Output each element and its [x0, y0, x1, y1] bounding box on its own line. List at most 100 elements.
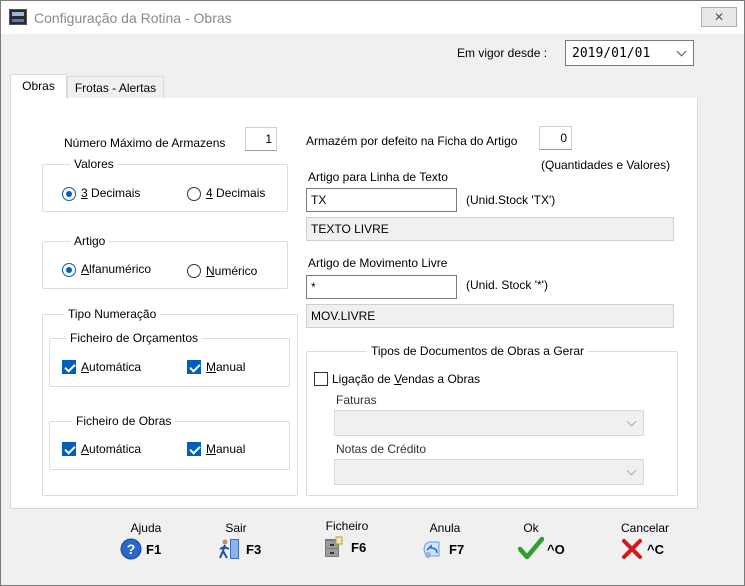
artigo-mov-input[interactable]: * — [306, 275, 457, 299]
radio-alfanumerico-label[interactable]: Alfanumérico — [81, 262, 151, 276]
obras-manual-mnemonic: M — [206, 442, 216, 456]
artigo-mov-description: MOV.LIVRE — [306, 304, 674, 328]
tipos-documentos-title: Tipos de Documentos de Obras a Gerar — [367, 344, 588, 358]
faturas-label: Faturas — [336, 393, 377, 407]
checkbox-obras-manual[interactable] — [187, 442, 201, 456]
checkbox-orcamentos-automatica[interactable] — [62, 360, 76, 374]
orcamentos-automatica-mnemonic: A — [81, 360, 90, 374]
armazem-input[interactable]: 0 — [539, 126, 572, 150]
obras-automatica-text: utomática — [89, 442, 142, 456]
radio-numerico-mnemonic: N — [206, 264, 215, 278]
orcamentos-manual-text: anual — [216, 360, 246, 374]
radio-3-decimais[interactable] — [62, 187, 76, 201]
artigo-mov-label: Artigo de Movimento Livre — [308, 256, 448, 270]
artigo-mov-note: (Unid. Stock '*') — [466, 278, 548, 292]
ligacao-vendas-label[interactable]: Ligação de Vendas a Obras — [332, 372, 480, 386]
ligacao-vendas-text-post: endas a Obras — [401, 372, 481, 386]
app-icon — [9, 9, 27, 25]
radio-alfanumerico-text: lfanumérico — [89, 262, 152, 276]
radio-alfanumerico-mnemonic: A — [81, 262, 90, 276]
max-armazens-label: Número Máximo de Armazens — [64, 136, 226, 150]
ok-caption: Ok — [523, 521, 539, 535]
tab-obras[interactable]: Obras — [10, 74, 67, 100]
sair-caption: Sair — [225, 521, 247, 535]
artigo-texto-note: (Unid.Stock 'TX') — [466, 193, 556, 207]
radio-4-decimais[interactable] — [187, 187, 201, 201]
anula-button[interactable]: Anula F7 — [415, 521, 475, 565]
cancelar-button[interactable]: Cancelar ^C — [615, 521, 675, 565]
cross-icon — [622, 539, 642, 559]
vigor-label: Em vigor desde : — [457, 46, 548, 60]
radio-4-decimais-text: Decimais — [212, 186, 266, 200]
radio-3-decimais-label[interactable]: 3 Decimais — [81, 186, 140, 200]
radio-numerico-text: umérico — [214, 264, 258, 278]
obras-manual-text: anual — [216, 442, 246, 456]
ajuda-button[interactable]: Ajuda ? F1 — [116, 521, 176, 565]
ficheiro-button[interactable]: Ficheiro F6 — [317, 519, 377, 563]
chevron-down-icon — [676, 46, 687, 57]
tipo-numeracao-title: Tipo Numeração — [64, 307, 161, 321]
ficheiro-caption: Ficheiro — [325, 519, 369, 533]
radio-alfanumerico[interactable] — [62, 263, 76, 277]
artigo-texto-input[interactable]: TX — [306, 188, 457, 212]
ficheiro-orcamentos-title: Ficheiro de Orçamentos — [66, 331, 203, 345]
sair-shortcut: F3 — [246, 542, 262, 557]
checkmark-icon — [518, 536, 544, 560]
armazem-label: Armazém por defeito na Ficha do Artigo — [306, 134, 518, 148]
anula-shortcut: F7 — [449, 542, 465, 557]
orcamentos-manual-mnemonic: M — [206, 360, 216, 374]
obras-automatica-mnemonic: A — [81, 442, 90, 456]
anula-caption: Anula — [429, 521, 461, 535]
tab-frotas-alertas[interactable]: Frotas - Alertas — [67, 76, 164, 100]
ficheiro-shortcut: F6 — [351, 540, 367, 555]
max-armazens-input[interactable]: 1 — [245, 127, 277, 151]
ajuda-shortcut: F1 — [146, 542, 162, 557]
vigor-date-select[interactable]: 2019/01/01 — [565, 40, 694, 66]
sair-button[interactable]: Sair F3 — [206, 521, 266, 565]
radio-4-decimais-label[interactable]: 4 Decimais — [206, 186, 265, 200]
notas-credito-label: Notas de Crédito — [336, 442, 427, 456]
obras-tab-panel: Número Máximo de Armazens 1 Valores 3 De… — [10, 98, 698, 509]
ficheiro-obras-title: Ficheiro de Obras — [72, 414, 176, 428]
cancelar-caption: Cancelar — [620, 521, 670, 535]
file-cabinet-icon — [325, 536, 343, 557]
obras-automatica-label[interactable]: Automática — [81, 442, 141, 456]
help-icon: ? — [120, 538, 142, 560]
checkbox-ligacao-vendas[interactable] — [314, 372, 328, 386]
svg-text:?: ? — [127, 541, 136, 557]
orcamentos-manual-label[interactable]: Manual — [206, 360, 245, 374]
radio-3-decimais-text: Decimais — [87, 186, 141, 200]
radio-3-decimais-mnemonic: 3 — [81, 186, 88, 200]
ok-button[interactable]: Ok ^O — [507, 521, 567, 565]
valores-group-title: Valores — [70, 157, 118, 171]
radio-numerico-label[interactable]: Numérico — [206, 264, 257, 278]
radio-numerico[interactable] — [187, 264, 201, 278]
close-button[interactable]: ✕ — [701, 7, 737, 27]
tab-frotas-label: Frotas - Alertas — [74, 81, 157, 95]
vigor-date-value: 2019/01/01 — [572, 46, 651, 61]
faturas-select[interactable] — [334, 410, 644, 436]
chevron-down-icon — [626, 465, 637, 476]
radio-4-decimais-mnemonic: 4 — [206, 186, 213, 200]
artigo-texto-label: Artigo para Linha de Texto — [308, 170, 448, 184]
notas-credito-select[interactable] — [334, 459, 644, 485]
tab-obras-label: Obras — [22, 79, 55, 93]
window-title: Configuração da Rotina - Obras — [34, 10, 232, 26]
armazem-note: (Quantidades e Valores) — [541, 158, 671, 172]
obras-manual-label[interactable]: Manual — [206, 442, 245, 456]
ajuda-caption: Ajuda — [130, 521, 162, 535]
orcamentos-automatica-text: utomática — [89, 360, 142, 374]
ok-shortcut: ^O — [547, 542, 565, 557]
undo-icon — [423, 541, 440, 558]
title-bar: Configuração da Rotina - Obras ✕ — [1, 1, 744, 34]
ligacao-vendas-text-pre: Ligação de — [332, 372, 395, 386]
chevron-down-icon — [626, 416, 637, 427]
artigo-group-title: Artigo — [70, 234, 110, 248]
artigo-texto-description: TEXTO LIVRE — [306, 217, 674, 241]
exit-person-icon — [219, 539, 239, 559]
checkbox-orcamentos-manual[interactable] — [187, 360, 201, 374]
checkbox-obras-automatica[interactable] — [62, 442, 76, 456]
configuration-window: Configuração da Rotina - Obras ✕ Em vigo… — [0, 0, 745, 586]
orcamentos-automatica-label[interactable]: Automática — [81, 360, 141, 374]
cancelar-shortcut: ^C — [647, 542, 664, 557]
